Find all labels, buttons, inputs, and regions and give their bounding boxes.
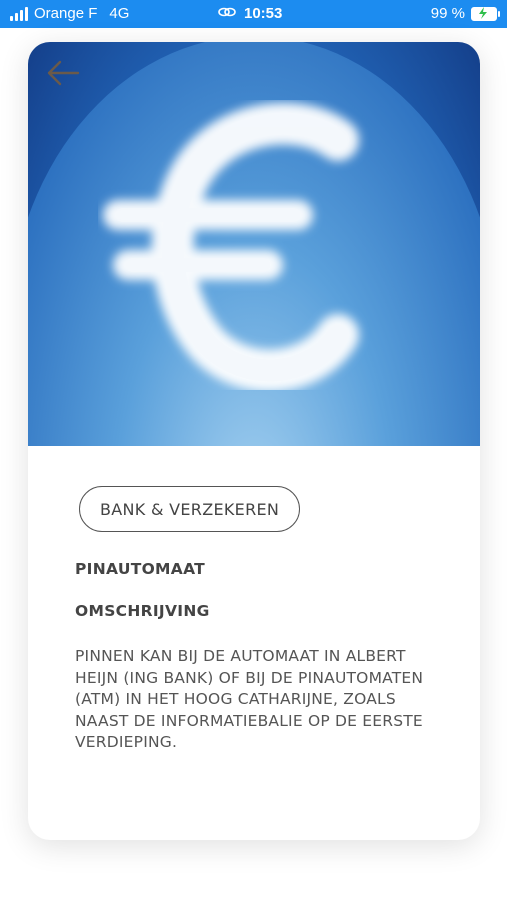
status-bar: Orange F 4G 10:53 99 %: [0, 0, 507, 28]
description-text: PINNEN KAN BIJ DE AUTOMAAT IN ALBERT HEI…: [75, 647, 424, 751]
status-center: 10:53: [218, 5, 282, 22]
link-icon: [218, 5, 236, 22]
detail-card: BANK & VERZEKEREN PINAUTOMAAT OMSCHRIJVI…: [28, 42, 480, 840]
page-title: PINAUTOMAAT: [75, 560, 206, 578]
category-tag[interactable]: BANK & VERZEKEREN: [79, 486, 301, 532]
battery-charging-icon: [471, 6, 500, 21]
hero-image: [28, 42, 480, 446]
status-left: Orange F 4G: [10, 5, 129, 22]
time-label: 10:53: [244, 5, 283, 22]
battery-label: 99 %: [430, 5, 465, 22]
signal-icon: [10, 6, 28, 21]
cloud-euro-image: [103, 102, 359, 390]
status-right: 99 %: [430, 5, 500, 22]
section-heading: OMSCHRIJVING: [75, 602, 210, 620]
carrier-label: Orange F: [34, 5, 98, 22]
back-arrow-icon[interactable]: [46, 60, 80, 86]
network-label: 4G: [109, 5, 130, 22]
